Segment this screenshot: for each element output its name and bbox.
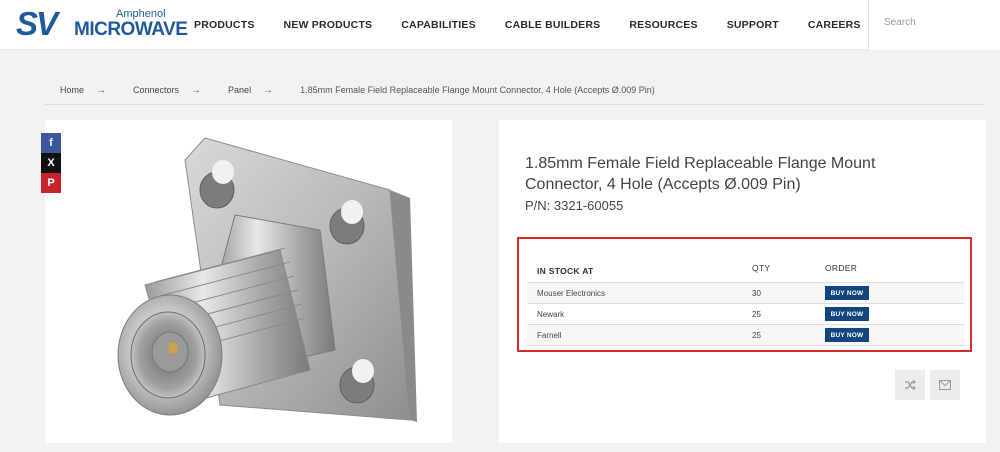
breadcrumb-arrow-icon: → (191, 84, 202, 96)
nav-careers[interactable]: CAREERS (808, 19, 861, 31)
search-input[interactable] (884, 17, 994, 28)
logo[interactable]: SV Amphenol MICROWAVE (16, 5, 188, 42)
logo-microwave: MICROWAVE (74, 19, 188, 40)
nav-support[interactable]: SUPPORT (727, 19, 779, 31)
breadcrumb-connectors[interactable]: Connectors (133, 85, 179, 95)
stock-qty: 25 (752, 331, 761, 340)
table-row: Mouser Electronics 30 BUY NOW (527, 283, 964, 304)
nav-new-products[interactable]: NEW PRODUCTS (284, 19, 373, 31)
buy-now-button[interactable]: BUY NOW (825, 286, 869, 300)
nav-products[interactable]: PRODUCTS (194, 19, 255, 31)
breadcrumb-current: 1.85mm Female Field Replaceable Flange M… (300, 85, 655, 95)
product-info-panel: 1.85mm Female Field Replaceable Flange M… (499, 120, 986, 443)
distributor-name: Farnell (537, 331, 562, 340)
stock-qty: 25 (752, 310, 761, 319)
compare-button[interactable] (895, 370, 925, 400)
x-icon[interactable]: X (41, 153, 61, 173)
breadcrumb: Home → Connectors → Panel → 1.85mm Femal… (45, 76, 985, 105)
nav-resources[interactable]: RESOURCES (629, 19, 697, 31)
buy-now-button[interactable]: BUY NOW (825, 307, 869, 321)
breadcrumb-home[interactable]: Home (60, 85, 84, 95)
part-number: P/N: 3321-60055 (525, 198, 624, 213)
header-qty: QTY (752, 263, 771, 273)
search-box (868, 0, 1000, 50)
email-button[interactable] (930, 370, 960, 400)
site-header: SV Amphenol MICROWAVE PRODUCTS NEW PRODU… (0, 0, 1000, 50)
breadcrumb-arrow-icon: → (263, 84, 274, 96)
stock-table: IN STOCK AT QTY ORDER Mouser Electronics… (527, 239, 964, 346)
nav-cable-builders[interactable]: CABLE BUILDERS (505, 19, 601, 31)
buy-now-button[interactable]: BUY NOW (825, 328, 869, 342)
facebook-icon[interactable]: f (41, 133, 61, 153)
distributor-name: Newark (537, 310, 565, 319)
header-order: ORDER (825, 263, 858, 273)
mail-icon (939, 380, 951, 390)
stock-highlight: IN STOCK AT QTY ORDER Mouser Electronics… (517, 237, 972, 352)
distributor-name: Mouser Electronics (537, 289, 606, 298)
breadcrumb-arrow-icon: → (96, 84, 107, 96)
product-image (117, 137, 417, 422)
stock-table-header: IN STOCK AT QTY ORDER (527, 239, 964, 283)
shuffle-icon (905, 380, 916, 390)
logo-sv: SV (16, 5, 58, 42)
share-bar: f X P (41, 133, 61, 193)
stock-qty: 30 (752, 289, 761, 298)
product-image-panel (45, 120, 452, 443)
nav-capabilities[interactable]: CAPABILITIES (401, 19, 476, 31)
pinterest-icon[interactable]: P (41, 173, 61, 193)
main-nav: PRODUCTS NEW PRODUCTS CAPABILITIES CABLE… (194, 0, 890, 50)
header-in-stock-at: IN STOCK AT (537, 266, 594, 276)
breadcrumb-panel[interactable]: Panel (228, 85, 251, 95)
product-title: 1.85mm Female Field Replaceable Flange M… (525, 155, 876, 193)
table-row: Newark 25 BUY NOW (527, 304, 964, 325)
table-row: Farnell 25 BUY NOW (527, 325, 964, 346)
